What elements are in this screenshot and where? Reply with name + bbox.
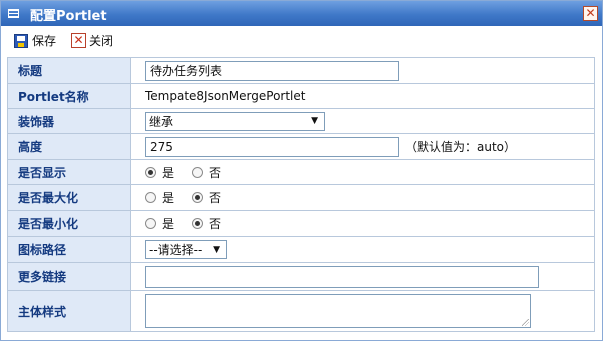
row-show: 是否显示 是 否 xyxy=(7,159,595,185)
maximize-yes-radio[interactable] xyxy=(145,192,156,203)
minimize-no-label: 否 xyxy=(209,217,222,231)
row-more-link: 更多链接 xyxy=(7,262,595,291)
row-body-style: 主体样式 xyxy=(7,290,595,332)
title-input[interactable] xyxy=(145,60,399,81)
minimize-yes-radio[interactable] xyxy=(145,218,156,229)
body-style-label: 主体样式 xyxy=(7,290,131,332)
height-hint: （默认值为：auto） xyxy=(405,140,517,154)
minimize-yes-label: 是 xyxy=(162,217,175,231)
height-input[interactable] xyxy=(145,136,399,157)
minimize-label: 是否最小化 xyxy=(7,210,131,237)
toolbar: 保存 ✕ 关闭 xyxy=(1,28,602,52)
dialog-close-button[interactable]: ✕ xyxy=(583,6,598,21)
config-form: 标题 Portlet名称 Tempate8JsonMergePortlet 装饰… xyxy=(7,57,595,332)
title-label: 标题 xyxy=(7,57,131,84)
resize-grip-icon[interactable] xyxy=(522,319,529,326)
icon-path-selected: --请选择-- xyxy=(149,243,203,257)
floppy-disk-icon xyxy=(14,33,28,48)
portlet-name-value: Tempate8JsonMergePortlet xyxy=(145,89,306,103)
maximize-no-radio[interactable] xyxy=(192,192,204,203)
dropdown-arrow-icon: ▼ xyxy=(213,244,220,255)
maximize-no-label: 否 xyxy=(209,191,222,205)
icon-path-label: 图标路径 xyxy=(7,236,131,263)
row-icon-path: 图标路径 --请选择-- ▼ xyxy=(7,236,595,263)
minimize-no-radio[interactable] xyxy=(192,218,204,229)
decorator-select[interactable]: 继承 ▼ xyxy=(145,111,325,131)
dialog-titlebar[interactable]: 配置Portlet ✕ xyxy=(1,1,602,26)
decorator-label: 装饰器 xyxy=(7,108,131,134)
icon-path-select[interactable]: --请选择-- ▼ xyxy=(145,240,227,259)
show-yes-radio[interactable] xyxy=(145,166,156,178)
decorator-selected: 继承 xyxy=(149,114,174,129)
save-button[interactable]: 保存 xyxy=(14,32,56,49)
dropdown-arrow-icon: ▼ xyxy=(311,116,318,126)
show-yes-label: 是 xyxy=(162,165,175,180)
row-minimize: 是否最小化 是 否 xyxy=(7,210,595,237)
close-label: 关闭 xyxy=(89,34,114,48)
config-portlet-dialog: 配置Portlet ✕ 保存 ✕ 关闭 标题 Portlet名称 Tempate… xyxy=(0,0,603,341)
maximize-label: 是否最大化 xyxy=(7,184,131,211)
more-link-input[interactable] xyxy=(145,265,539,288)
row-maximize: 是否最大化 是 否 xyxy=(7,184,595,211)
row-portlet-name: Portlet名称 Tempate8JsonMergePortlet xyxy=(7,83,595,109)
show-label: 是否显示 xyxy=(7,159,131,185)
body-style-textarea[interactable] xyxy=(145,294,531,328)
show-no-radio[interactable] xyxy=(192,166,204,178)
dialog-title: 配置Portlet xyxy=(30,9,107,24)
close-button[interactable]: ✕ 关闭 xyxy=(71,32,113,49)
height-label: 高度 xyxy=(7,133,131,160)
row-title: 标题 xyxy=(7,57,595,84)
maximize-yes-label: 是 xyxy=(162,191,175,205)
window-icon xyxy=(8,9,19,18)
more-link-label: 更多链接 xyxy=(7,262,131,291)
show-no-label: 否 xyxy=(209,165,222,180)
save-label: 保存 xyxy=(32,34,57,48)
row-decorator: 装饰器 继承 ▼ xyxy=(7,108,595,134)
portlet-name-label: Portlet名称 xyxy=(7,83,131,109)
row-height: 高度 （默认值为：auto） xyxy=(7,133,595,160)
close-x-icon: ✕ xyxy=(71,33,86,48)
